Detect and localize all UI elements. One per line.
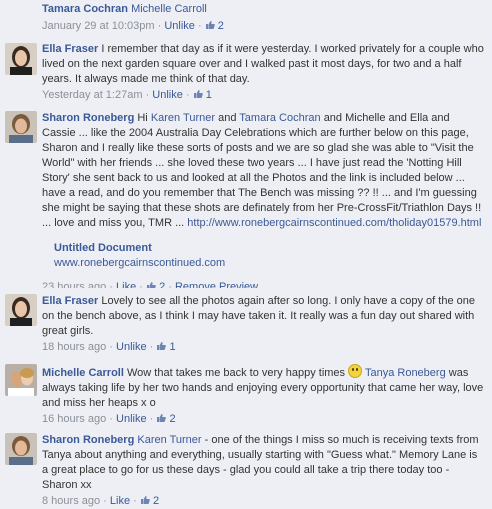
comment-meta: 8 hours ago · Like · 2 bbox=[42, 495, 160, 507]
unlike-button[interactable]: Unlike bbox=[116, 341, 147, 353]
timestamp[interactable]: 18 hours ago bbox=[42, 341, 106, 353]
like-count[interactable]: 1 bbox=[206, 89, 212, 101]
comment-author[interactable]: Tamara Cochran bbox=[42, 3, 128, 15]
thumbs-up-icon[interactable] bbox=[140, 495, 150, 505]
avatar[interactable] bbox=[5, 433, 37, 465]
link-preview[interactable]: Untitled Document www.ronebergcairnscont… bbox=[54, 241, 484, 271]
comment: Sharon Roneberg Karen Turner - one of th… bbox=[0, 428, 490, 509]
link-preview-url[interactable]: www.ronebergcairnscontinued.com bbox=[54, 256, 484, 271]
timestamp[interactable]: 16 hours ago bbox=[42, 413, 106, 425]
comment-text: Sharon Roneberg Karen Turner - one of th… bbox=[42, 433, 484, 493]
smiley-emoticon-icon bbox=[348, 364, 363, 378]
like-count[interactable]: 2 bbox=[169, 413, 175, 425]
thumbs-up-icon[interactable] bbox=[156, 413, 167, 423]
comment-body: and Michelle and Ella and Cassie ... lik… bbox=[42, 112, 482, 229]
like-count[interactable]: 2 bbox=[153, 495, 159, 507]
comment-feed: Tamara Cochran Michelle Carroll January … bbox=[0, 0, 490, 509]
thumbs-up-icon[interactable] bbox=[156, 341, 167, 351]
comment-text: Sharon Roneberg Hi Karen Turner and Tama… bbox=[42, 112, 482, 229]
comment: Ella Fraser I remember that day as if it… bbox=[0, 38, 490, 105]
like-count[interactable]: 1 bbox=[169, 341, 175, 353]
link-preview-title[interactable]: Untitled Document bbox=[54, 241, 484, 256]
comment-text: Ella Fraser I remember that day as if it… bbox=[42, 42, 484, 87]
comment-meta: January 29 at 10:03pm · Unlike · 2 bbox=[42, 20, 224, 32]
comment-author[interactable]: Ella Fraser bbox=[42, 43, 98, 55]
comment-author[interactable]: Sharon Roneberg bbox=[42, 434, 134, 446]
mention-link[interactable]: Karen Turner bbox=[151, 112, 215, 124]
url-link[interactable]: http://www.ronebergcairnscontinued.com/t… bbox=[187, 217, 481, 229]
mention-link[interactable]: Tanya Roneberg bbox=[365, 367, 446, 379]
comment: Tamara Cochran Michelle Carroll January … bbox=[0, 0, 490, 39]
avatar[interactable] bbox=[5, 364, 37, 396]
timestamp[interactable]: 8 hours ago bbox=[42, 495, 100, 507]
comment-text: Michelle Carroll Wow that takes me back … bbox=[42, 364, 484, 411]
unlike-button[interactable]: Unlike bbox=[164, 20, 195, 32]
comment-text: Tamara Cochran Michelle Carroll bbox=[42, 2, 484, 17]
comment-meta: 18 hours ago · Unlike · 1 bbox=[42, 341, 176, 353]
timestamp[interactable]: January 29 at 10:03pm bbox=[42, 20, 155, 32]
avatar[interactable] bbox=[5, 294, 37, 326]
unlike-button[interactable]: Unlike bbox=[152, 89, 183, 101]
timestamp[interactable]: Yesterday at 1:27am bbox=[42, 89, 143, 101]
comment-meta: Yesterday at 1:27am · Unlike · 1 bbox=[42, 89, 212, 101]
comment-body: Wow that takes me back to very happy tim… bbox=[126, 367, 346, 379]
comment-text: Ella Fraser Lovely to see all the photos… bbox=[42, 294, 484, 339]
avatar[interactable] bbox=[5, 43, 37, 75]
thumbs-up-icon[interactable] bbox=[205, 20, 215, 30]
unlike-button[interactable]: Unlike bbox=[116, 413, 147, 425]
comment-author[interactable]: Michelle Carroll bbox=[42, 367, 124, 379]
comment: Michelle Carroll Wow that takes me back … bbox=[0, 358, 490, 429]
thumbs-up-icon[interactable] bbox=[193, 89, 203, 99]
comment-body: Lovely to see all the photos again after… bbox=[42, 295, 475, 337]
comment-meta: 16 hours ago · Unlike · 2 bbox=[42, 413, 176, 425]
like-count[interactable]: 2 bbox=[218, 20, 224, 32]
comment-author[interactable]: Sharon Roneberg bbox=[42, 112, 134, 124]
mention-link[interactable]: Michelle Carroll bbox=[131, 3, 207, 15]
comment-author[interactable]: Ella Fraser bbox=[42, 295, 98, 307]
mention-link[interactable]: Karen Turner bbox=[137, 434, 201, 446]
like-button[interactable]: Like bbox=[110, 495, 130, 507]
avatar[interactable] bbox=[5, 111, 37, 143]
comment: Sharon Roneberg Hi Karen Turner and Tama… bbox=[0, 104, 490, 293]
comment-body: I remember that day as if it were yester… bbox=[42, 43, 484, 85]
mention-link[interactable]: Tamara Cochran bbox=[239, 112, 320, 124]
comment: Ella Fraser Lovely to see all the photos… bbox=[0, 288, 490, 359]
